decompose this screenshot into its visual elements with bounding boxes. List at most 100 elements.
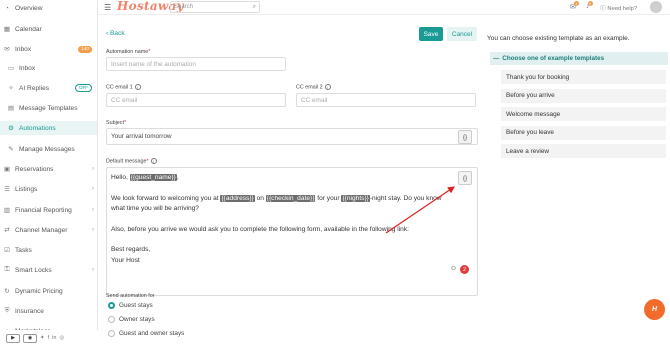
facebook-icon[interactable]: f: [48, 335, 50, 341]
sidebar-item-label: Financial Reporting: [15, 206, 72, 214]
sidebar-item-label: Inbox: [15, 45, 32, 53]
cc-email-2-input[interactable]: CC email: [296, 93, 476, 107]
back-link[interactable]: ‹ Back: [106, 30, 125, 37]
chevron-right-icon: ›: [92, 227, 94, 233]
ai-icon: ✧: [8, 85, 14, 92]
sidebar-item-label: Reservations: [15, 165, 54, 173]
radio-button[interactable]: [108, 330, 115, 337]
sidebar-item-ai-replies[interactable]: ✧ AI Replies OFF: [0, 81, 97, 95]
chat-support-button[interactable]: H: [644, 299, 665, 320]
automation-icon: ⚙: [8, 125, 14, 132]
twitter-icon[interactable]: ✦: [40, 335, 45, 341]
address-token: {{address}}: [220, 194, 255, 202]
emoji-icon[interactable]: ☺: [450, 265, 457, 272]
notification-badge: 9: [587, 1, 593, 6]
pricing-icon: ↻: [4, 288, 10, 295]
avatar[interactable]: [650, 1, 662, 13]
sidebar-item-manage-messages[interactable]: ✎ Manage Messages: [0, 142, 97, 156]
sidebar-item-label: Listings: [15, 185, 38, 193]
sidebar-item-message-templates[interactable]: ▤ Message Templates: [0, 101, 97, 115]
send-option-guest-stays[interactable]: Guest stays: [108, 302, 153, 309]
inbox-icon: ▭: [7, 65, 15, 72]
apple-store-icon[interactable]: ◉: [23, 333, 37, 343]
template-item[interactable]: Before you leave: [501, 125, 666, 140]
back-label: Back: [110, 30, 125, 37]
calendar-icon: ▦: [3, 26, 11, 33]
guest-name-token: {{guest_name}}: [129, 174, 177, 181]
subject-input[interactable]: Your arrival tomorrow: [106, 128, 478, 145]
radio-label: Guest and owner stays: [119, 330, 185, 337]
error-count-badge[interactable]: 2: [460, 265, 469, 274]
cancel-button[interactable]: Cancel: [447, 27, 477, 41]
sidebar-item-channel-manager[interactable]: ⇄ Channel Manager ›: [0, 223, 97, 237]
sidebar-item-label: Channel Manager: [15, 226, 68, 234]
lock-icon: ⚿: [4, 266, 10, 273]
template-list-header[interactable]: — Choose one of example templates: [490, 52, 668, 65]
help-label: Need help?: [607, 6, 638, 12]
info-icon: i: [150, 158, 157, 164]
template-item[interactable]: Thank you for booking: [501, 70, 666, 84]
subject-variables-button[interactable]: {}: [458, 130, 472, 144]
message-signature: Your Host: [111, 256, 140, 264]
sidebar-item-calendar[interactable]: ▦ Calendar: [0, 22, 97, 36]
cc-email-1-label: CC email 1i: [106, 84, 141, 90]
top-bar: ☰ Hostaway Search ⌕ ✉ 1 ♪ 9 ⓘ Need help?: [98, 0, 670, 15]
financial-icon: ▥: [3, 207, 11, 214]
sidebar-item-label: Dynamic Pricing: [15, 287, 63, 295]
send-option-owner-stays[interactable]: Owner stays: [108, 316, 155, 323]
radio-label: Guest stays: [119, 302, 153, 309]
google-play-icon[interactable]: ▶: [6, 333, 20, 343]
search-input[interactable]: Search ⌕: [170, 1, 260, 13]
cc-email-1-input[interactable]: CC email: [106, 93, 286, 107]
sidebar-item-label: Inbox: [19, 64, 36, 72]
sidebar: ◔ Overview ▦ Calendar ✉ Inbox 140 ▭ Inbox ✧ AI Rep…: [0, 0, 98, 346]
gauge-icon: ◔: [5, 4, 9, 12]
automation-form: ‹ Back Save Cancel Automation name* Inse…: [98, 15, 478, 346]
nights-token: {{nights}}: [341, 194, 370, 202]
send-option-guest-and-owner-stays[interactable]: Guest and owner stays: [108, 330, 184, 337]
channel-icon: ⇄: [4, 227, 10, 234]
sidebar-item-dynamic-pricing[interactable]: ↻ Dynamic Pricing: [0, 284, 97, 298]
inbox-notification-icon[interactable]: ✉ 1: [570, 1, 579, 11]
sidebar-item-financial-reporting[interactable]: ▥ Financial Reporting ›: [0, 203, 97, 217]
reservations-icon: ▣: [3, 166, 11, 173]
sidebar-item-label: Automations: [19, 124, 56, 132]
sidebar-item-inbox[interactable]: ✉ Inbox 140: [0, 42, 97, 56]
automation-name-input[interactable]: Insert name of the automation: [106, 57, 286, 71]
template-item[interactable]: Welcome message: [501, 107, 666, 121]
sidebar-item-label: Tasks: [15, 246, 32, 254]
instagram-icon[interactable]: ◎: [59, 335, 64, 341]
template-icon: ▤: [7, 105, 15, 112]
radio-button[interactable]: [108, 302, 115, 309]
cc-email-2-label: CC email 2i: [296, 84, 331, 90]
search-icon: ⌕: [252, 4, 256, 10]
menu-icon[interactable]: ☰: [104, 3, 111, 12]
automation-name-label: Automation name*: [106, 49, 151, 55]
sidebar-item-automations[interactable]: ⚙ Automations: [0, 121, 97, 135]
listings-icon: ☰: [4, 186, 10, 193]
sidebar-item-overview[interactable]: ◔ Overview: [0, 1, 97, 15]
ai-replies-toggle[interactable]: OFF: [75, 84, 92, 92]
radio-button[interactable]: [108, 316, 115, 323]
save-button[interactable]: Save: [419, 27, 443, 41]
sidebar-item-label: Message Templates: [19, 104, 78, 112]
default-message-label: Default message* i: [106, 158, 157, 164]
sidebar-item-tasks[interactable]: ☑ Tasks: [0, 243, 97, 257]
sidebar-item-smart-locks[interactable]: ⚿ Smart Locks ›: [0, 263, 97, 277]
bell-icon[interactable]: ♪ 9: [586, 1, 593, 10]
template-item[interactable]: Leave a review: [501, 144, 666, 158]
help-link[interactable]: ⓘ Need help?: [600, 3, 637, 12]
template-item[interactable]: Before you arrive: [501, 88, 666, 103]
info-icon: i: [134, 84, 141, 90]
radio-label: Owner stays: [119, 316, 155, 323]
sidebar-item-reservations[interactable]: ▣ Reservations ›: [0, 162, 97, 176]
sidebar-item-label: Smart Locks: [15, 266, 52, 274]
sidebar-item-inbox[interactable]: ▭ Inbox: [0, 61, 97, 75]
annotation-arrow: [385, 186, 455, 234]
sidebar-item-listings[interactable]: ☰ Listings ›: [0, 182, 97, 196]
inbox-count-badge: 140: [77, 45, 92, 53]
sidebar-item-insurance[interactable]: ⛨ Insurance: [0, 304, 97, 318]
search-placeholder: Search: [174, 4, 194, 10]
linkedin-icon[interactable]: in: [52, 335, 56, 341]
chevron-right-icon: ›: [92, 207, 94, 213]
